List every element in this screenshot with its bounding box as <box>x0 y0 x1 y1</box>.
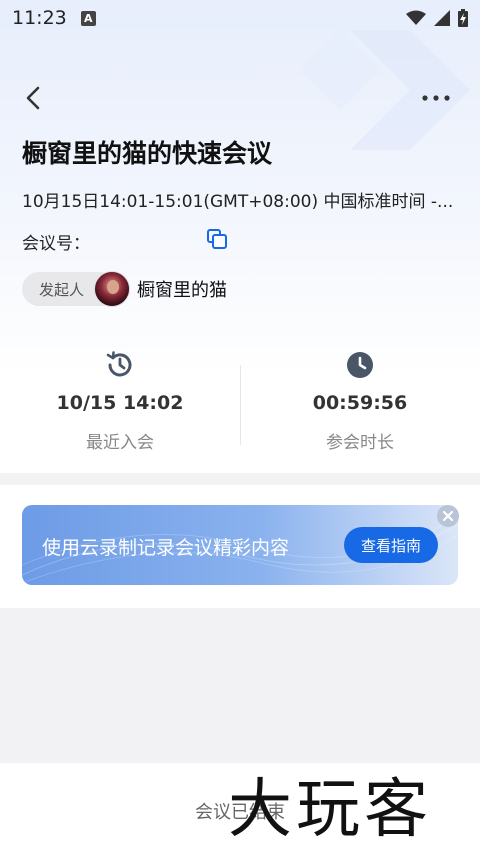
promo-text: 使用云录制记录会议精彩内容 <box>42 537 290 559</box>
meeting-id-label: 会议号： <box>22 234 90 254</box>
battery-icon <box>458 9 468 27</box>
more-horizontal-icon[interactable] <box>420 88 452 108</box>
copy-icon[interactable] <box>206 228 228 250</box>
last-join-value: 10/15 14:02 <box>56 392 184 414</box>
promo-section: 使用云录制记录会议精彩内容 查看指南 <box>0 485 480 608</box>
meeting-time-range: 10月15日14:01-15:01(GMT+08:00) 中国标准时间 -... <box>22 192 454 212</box>
status-bar: 11:23 A <box>0 0 480 36</box>
status-time: 11:23 <box>12 7 67 29</box>
duration-label: 参会时长 <box>326 433 394 453</box>
cloud-recording-banner[interactable]: 使用云录制记录会议精彩内容 查看指南 <box>22 505 458 585</box>
host-name: 橱窗里的猫 <box>137 280 228 301</box>
stat-duration: 00:59:56 参会时长 <box>240 340 480 460</box>
notification-badge: A <box>80 10 96 26</box>
stats-divider <box>240 365 241 445</box>
meeting-title: 橱窗里的猫的快速会议 <box>22 139 273 168</box>
stat-last-join: 10/15 14:02 最近入会 <box>0 340 240 460</box>
signal-icon <box>434 10 450 26</box>
history-clock-icon <box>106 351 132 377</box>
chevron-left-icon[interactable] <box>20 84 48 112</box>
duration-value: 00:59:56 <box>312 392 408 414</box>
section-gap <box>0 473 480 485</box>
avatar <box>94 271 131 307</box>
view-guide-button[interactable]: 查看指南 <box>344 527 438 563</box>
close-icon[interactable] <box>437 505 459 527</box>
wifi-icon <box>406 10 426 25</box>
status-icons <box>406 9 468 27</box>
empty-content-area <box>0 608 480 763</box>
watermark: 大玩客 <box>228 773 432 847</box>
last-join-label: 最近入会 <box>86 433 154 453</box>
host-row: 发起人 橱窗里的猫 <box>22 271 227 307</box>
clock-icon <box>347 352 373 378</box>
